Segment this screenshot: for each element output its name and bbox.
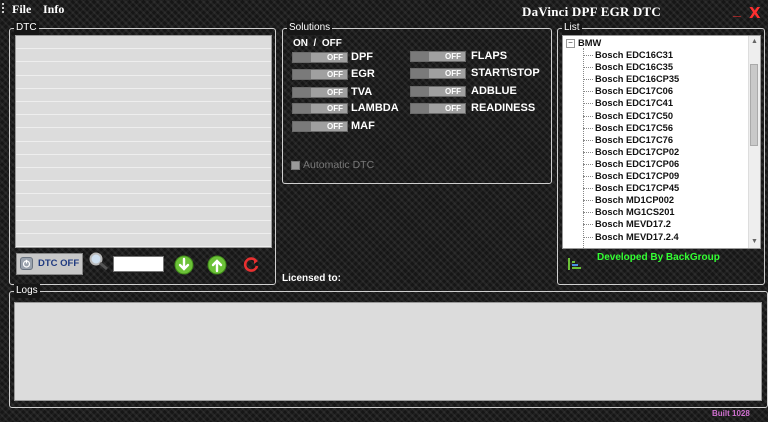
- dtc-legend: DTC: [14, 21, 39, 35]
- toggle-lambda[interactable]: OFF: [292, 103, 348, 114]
- power-icon: [20, 257, 33, 270]
- tree-branch: [583, 79, 593, 81]
- toggle-start-stop[interactable]: OFF: [410, 68, 466, 79]
- label-flaps: FLAPS: [471, 50, 508, 62]
- menu-grip: [2, 3, 6, 13]
- label-readiness: READINESS: [471, 102, 536, 114]
- automatic-dtc-label: Automatic DTC: [303, 159, 375, 171]
- menu-info[interactable]: Info: [43, 2, 64, 17]
- tree-branch: [583, 115, 593, 117]
- tree-branch: [583, 188, 593, 190]
- tree-branch: [583, 176, 593, 177]
- ecu-tree[interactable]: − BMW Bosch EDC16C31 Bosch EDC16C35 Bosch …: [562, 35, 761, 249]
- tree-item[interactable]: Bosch EDC16C31: [595, 49, 673, 61]
- tree-item[interactable]: Bosch EDC17CP45: [595, 182, 679, 194]
- tree-branch: [583, 236, 593, 238]
- list-scrollbar[interactable]: ▲ ▼: [748, 36, 760, 248]
- tree-branch: [583, 127, 593, 129]
- label-dpf: DPF: [351, 51, 373, 63]
- window-title: DaVinci DPF EGR DTC: [522, 4, 661, 19]
- tree-branch: [583, 151, 593, 153]
- magnifier-icon[interactable]: [88, 252, 110, 277]
- tree-item[interactable]: Bosch EDC17CP06: [595, 158, 679, 170]
- tree-collapse-icon[interactable]: −: [566, 39, 575, 48]
- tree-branch: [583, 212, 593, 214]
- scrollbar-thumb[interactable]: [750, 64, 758, 146]
- logs-textarea[interactable]: [14, 302, 762, 401]
- tree-item[interactable]: Bosch EDC17C56: [595, 122, 673, 134]
- label-adblue: ADBLUE: [471, 85, 517, 97]
- tree-item[interactable]: Bosch MD1CP002: [595, 194, 674, 206]
- tree-branch: [583, 139, 593, 141]
- tree-item[interactable]: Bosch EDC16C35: [595, 61, 673, 73]
- tree-item[interactable]: Bosch MG1CS201: [595, 206, 675, 218]
- list-legend: List: [562, 21, 582, 35]
- tree-item[interactable]: Bosch MEVD17.2.4: [595, 231, 679, 243]
- tree-item[interactable]: Bosch EDC17C06: [595, 85, 673, 97]
- toggle-tva[interactable]: OFF: [292, 87, 348, 98]
- label-maf: MAF: [351, 120, 375, 132]
- menu-file[interactable]: File: [12, 2, 31, 17]
- tree-branch: [583, 200, 593, 202]
- tree-item[interactable]: Bosch EDC17CP09: [595, 170, 679, 182]
- tree-item[interactable]: Bosch EDC16CP35: [595, 73, 679, 85]
- tree-branch: [583, 224, 593, 226]
- dtc-off-button[interactable]: DTC OFF: [16, 253, 83, 275]
- on-off-header: ON / OFF: [293, 38, 342, 49]
- label-tva: TVA: [351, 86, 373, 98]
- dtc-off-label: DTC OFF: [38, 258, 80, 269]
- licensed-label: Licensed to:: [282, 273, 341, 284]
- toggle-dpf[interactable]: OFF: [292, 52, 348, 63]
- tree-item[interactable]: Bosch MEVD17.2: [595, 218, 671, 230]
- green-up-arrow-icon[interactable]: [207, 255, 227, 275]
- automatic-dtc-checkbox[interactable]: [291, 161, 300, 170]
- solutions-legend: Solutions: [287, 21, 333, 35]
- tree-branch: [583, 91, 593, 93]
- scroll-up-icon[interactable]: ▲: [751, 38, 758, 46]
- tree-line: [583, 48, 584, 248]
- label-egr: EGR: [351, 68, 375, 80]
- green-down-arrow-icon[interactable]: [174, 255, 194, 275]
- label-start-stop: START\STOP: [471, 67, 540, 79]
- tree-branch: [583, 163, 593, 165]
- scroll-down-icon[interactable]: ▼: [751, 238, 758, 246]
- toggle-readiness[interactable]: OFF: [410, 103, 466, 114]
- sort-bars-icon[interactable]: [567, 256, 583, 277]
- developed-by-label: Developed By BackGroup: [597, 252, 720, 263]
- minimize-button[interactable]: _: [733, 2, 741, 18]
- toggle-flaps[interactable]: OFF: [410, 51, 466, 62]
- toggle-maf[interactable]: OFF: [292, 121, 348, 132]
- search-input[interactable]: [113, 256, 164, 272]
- tree-item[interactable]: Bosch EDC17C41: [595, 97, 673, 109]
- tree-branch: [583, 55, 593, 56]
- build-label: Built 1028: [712, 409, 750, 418]
- label-lambda: LAMBDA: [351, 102, 399, 114]
- close-button[interactable]: X: [749, 4, 761, 22]
- tree-branch: [583, 103, 593, 105]
- tree-item[interactable]: Bosch EDC17CP02: [595, 146, 679, 158]
- tree-branch: [583, 67, 593, 69]
- logs-legend: Logs: [14, 284, 40, 298]
- tree-item[interactable]: Bosch EDC17C76: [595, 134, 673, 146]
- tree-root[interactable]: BMW: [578, 37, 601, 49]
- toggle-egr[interactable]: OFF: [292, 69, 348, 80]
- toggle-adblue[interactable]: OFF: [410, 86, 466, 97]
- tree-item[interactable]: Bosch EDC17C50: [595, 110, 673, 122]
- red-refresh-icon[interactable]: [241, 255, 261, 275]
- dtc-grid[interactable]: [15, 35, 272, 248]
